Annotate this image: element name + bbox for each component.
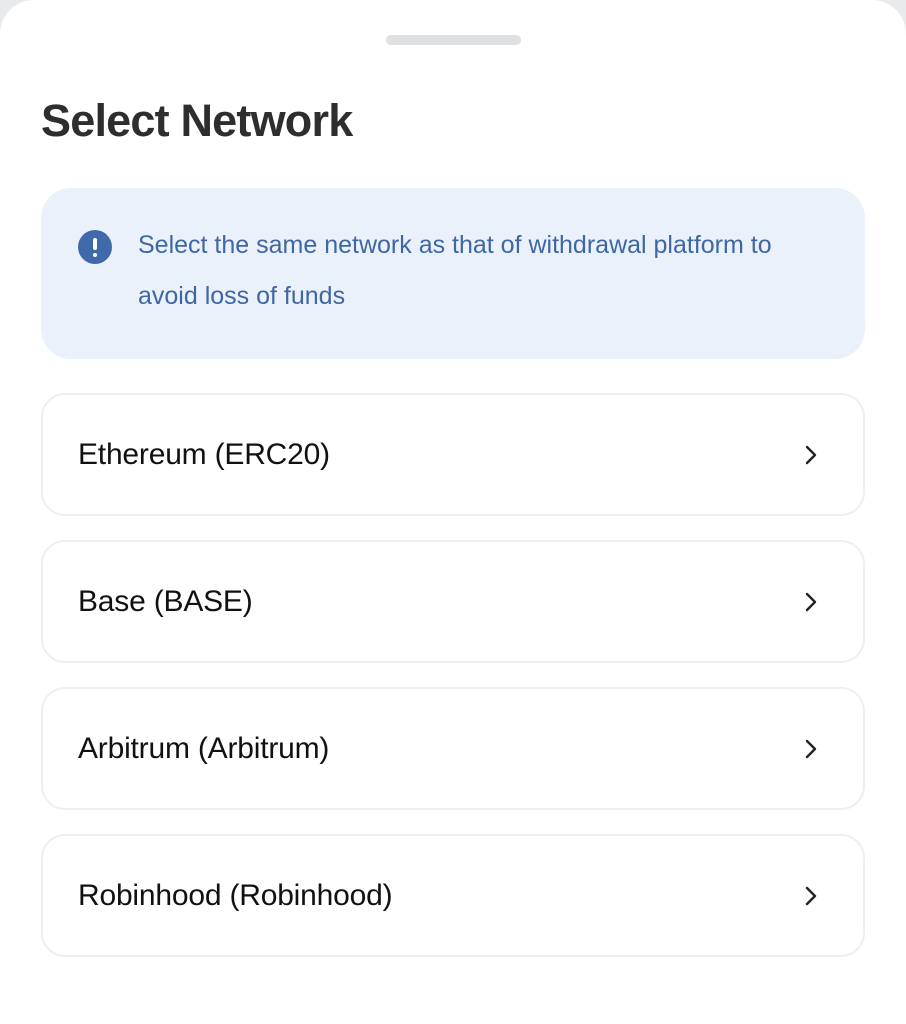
network-option-base[interactable]: Base (BASE) <box>41 540 865 663</box>
chevron-right-icon <box>805 592 817 612</box>
bottom-sheet: Select Network Select the same network a… <box>0 0 906 1024</box>
network-list: Ethereum (ERC20) Base (BASE) Arbitrum (A… <box>41 393 865 981</box>
notice-text: Select the same network as that of withd… <box>138 231 772 310</box>
warning-notice: Select the same network as that of withd… <box>41 188 865 359</box>
network-option-arbitrum[interactable]: Arbitrum (Arbitrum) <box>41 687 865 810</box>
network-option-robinhood[interactable]: Robinhood (Robinhood) <box>41 834 865 957</box>
chevron-right-icon <box>805 739 817 759</box>
network-label: Arbitrum (Arbitrum) <box>78 732 330 765</box>
sheet-grabber-handle[interactable] <box>386 35 521 45</box>
network-option-ethereum[interactable]: Ethereum (ERC20) <box>41 393 865 516</box>
network-label: Robinhood (Robinhood) <box>78 879 393 912</box>
chevron-right-icon <box>805 886 817 906</box>
network-label: Base (BASE) <box>78 585 253 618</box>
page-title: Select Network <box>41 95 353 146</box>
chevron-right-icon <box>805 445 817 465</box>
info-exclamation-icon <box>78 230 112 264</box>
network-label: Ethereum (ERC20) <box>78 438 330 471</box>
